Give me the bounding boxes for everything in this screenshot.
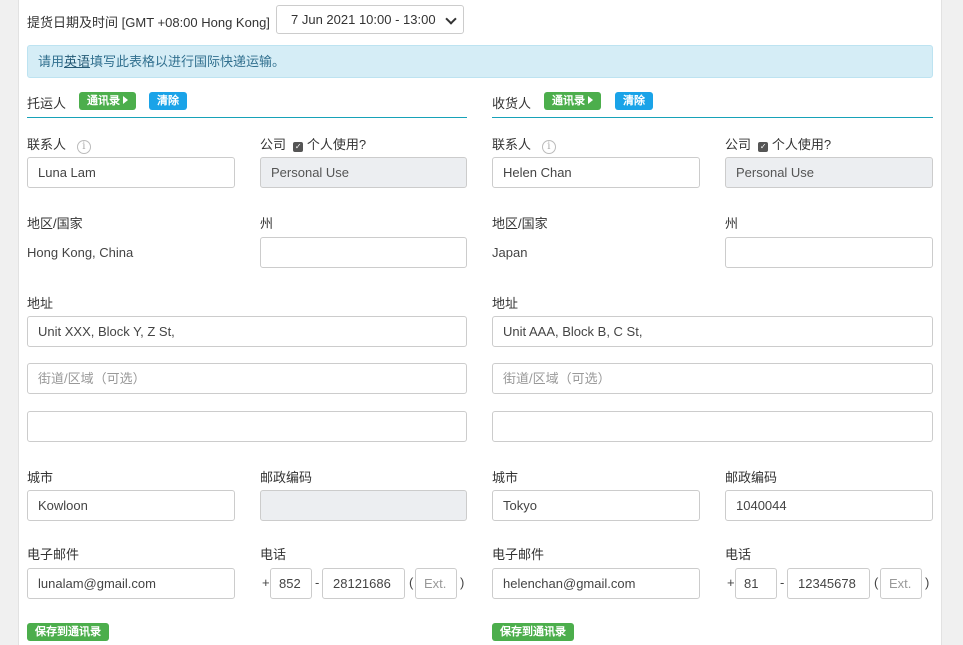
english-notice: 请用英语填写此表格以进行国际快递运输。 xyxy=(27,45,933,78)
receiver-contact-label: 联系人 i xyxy=(492,134,556,154)
pickup-time-select[interactable]: 7 Jun 2021 10:00 - 13:00 xyxy=(276,5,464,34)
shipper-address3-input[interactable] xyxy=(27,411,467,442)
personal-use-label: 个人使用? xyxy=(771,137,832,152)
receiver-email-label: 电子邮件 xyxy=(492,547,545,562)
receiver-ext-input[interactable] xyxy=(880,568,922,599)
notice-post: 填写此表格以进行国际快递运输。 xyxy=(90,54,286,69)
shipper-city-label: 城市 xyxy=(27,470,54,485)
paren-open: ( xyxy=(409,575,414,590)
personal-use-checkbox[interactable]: ✓ xyxy=(758,142,769,152)
contact-label-text: 联系人 xyxy=(27,137,67,152)
shipper-region-label: 地区/国家 xyxy=(27,216,83,231)
receiver-postal-input[interactable] xyxy=(725,490,933,521)
personal-use-label: 个人使用? xyxy=(306,137,367,152)
receiver-city-input[interactable] xyxy=(492,490,700,521)
shipper-contact-input[interactable] xyxy=(27,157,235,188)
personal-use-checkbox[interactable]: ✓ xyxy=(293,142,304,152)
receiver-phone-input[interactable] xyxy=(787,568,870,599)
receiver-divider xyxy=(492,117,933,118)
shipper-city-input[interactable] xyxy=(27,490,235,521)
caret-right-icon xyxy=(588,96,593,104)
shipper-state-label: 州 xyxy=(260,216,274,231)
receiver-email-input[interactable] xyxy=(492,568,700,599)
shipper-phone-label: 电话 xyxy=(260,547,287,562)
receiver-phone-label: 电话 xyxy=(725,547,752,562)
receiver-region-label: 地区/国家 xyxy=(492,216,548,231)
shipper-address-label: 地址 xyxy=(27,296,54,311)
pickup-label-text: 提货日期及时间 xyxy=(27,15,119,30)
shipper-country-code-input[interactable] xyxy=(270,568,312,599)
receiver-state-label: 州 xyxy=(725,216,739,231)
shipper-divider xyxy=(27,117,467,118)
receiver-address-book-button[interactable]: 通讯录 xyxy=(544,92,601,110)
pickup-timezone: [GMT +08:00 Hong Kong] xyxy=(121,15,270,30)
info-icon[interactable]: i xyxy=(76,140,91,154)
address-book-label: 通讯录 xyxy=(87,95,120,107)
receiver-save-button[interactable]: 保存到通讯录 xyxy=(492,623,574,641)
receiver-city-label: 城市 xyxy=(492,470,519,485)
receiver-title: 收货人 xyxy=(492,96,532,111)
dash-sign: - xyxy=(780,575,785,590)
plus-sign: + xyxy=(262,575,270,590)
shipper-postal-input[interactable] xyxy=(260,490,467,521)
shipper-email-input[interactable] xyxy=(27,568,235,599)
shipper-company-input[interactable] xyxy=(260,157,467,188)
caret-right-icon xyxy=(123,96,128,104)
address-book-label: 通讯录 xyxy=(552,95,585,107)
receiver-company-label: 公司 ✓ 个人使用? xyxy=(725,134,831,153)
receiver-company-input[interactable] xyxy=(725,157,933,188)
receiver-contact-input[interactable] xyxy=(492,157,700,188)
plus-sign: + xyxy=(727,575,735,590)
shipper-address-book-button[interactable]: 通讯录 xyxy=(79,92,136,110)
shipper-address1-input[interactable] xyxy=(27,316,467,347)
shipper-phone-input[interactable] xyxy=(322,568,405,599)
receiver-region-value: Japan xyxy=(492,245,528,260)
company-label-text: 公司 xyxy=(725,137,752,152)
contact-label-text: 联系人 xyxy=(492,137,532,152)
shipper-contact-label: 联系人 i xyxy=(27,134,91,154)
receiver-address2-input[interactable] xyxy=(492,363,933,394)
receiver-address3-input[interactable] xyxy=(492,411,933,442)
shipper-region-value: Hong Kong, China xyxy=(27,245,134,260)
shipper-save-button[interactable]: 保存到通讯录 xyxy=(27,623,109,641)
receiver-state-input[interactable] xyxy=(725,237,933,268)
receiver-address-label: 地址 xyxy=(492,296,519,311)
shipper-email-label: 电子邮件 xyxy=(27,547,80,562)
paren-close: ) xyxy=(925,575,930,590)
shipper-clear-button[interactable]: 清除 xyxy=(149,92,187,110)
shipper-address2-input[interactable] xyxy=(27,363,467,394)
shipper-title: 托运人 xyxy=(27,96,67,111)
receiver-postal-label: 邮政编码 xyxy=(725,470,778,485)
chevron-down-icon xyxy=(445,13,457,25)
receiver-clear-button[interactable]: 清除 xyxy=(615,92,653,110)
shipper-postal-label: 邮政编码 xyxy=(260,470,313,485)
shipper-state-input[interactable] xyxy=(260,237,467,268)
pickup-label: 提货日期及时间 [GMT +08:00 Hong Kong] xyxy=(27,12,270,31)
paren-close: ) xyxy=(460,575,465,590)
paren-open: ( xyxy=(874,575,879,590)
shipper-ext-input[interactable] xyxy=(415,568,457,599)
dash-sign: - xyxy=(315,575,320,590)
receiver-country-code-input[interactable] xyxy=(735,568,777,599)
notice-link[interactable]: 英语 xyxy=(64,54,90,69)
receiver-address1-input[interactable] xyxy=(492,316,933,347)
shipper-company-label: 公司 ✓ 个人使用? xyxy=(260,134,366,153)
info-icon[interactable]: i xyxy=(541,140,556,154)
company-label-text: 公司 xyxy=(260,137,287,152)
notice-pre: 请用 xyxy=(38,54,65,69)
pickup-time-value: 7 Jun 2021 10:00 - 13:00 xyxy=(291,12,436,27)
